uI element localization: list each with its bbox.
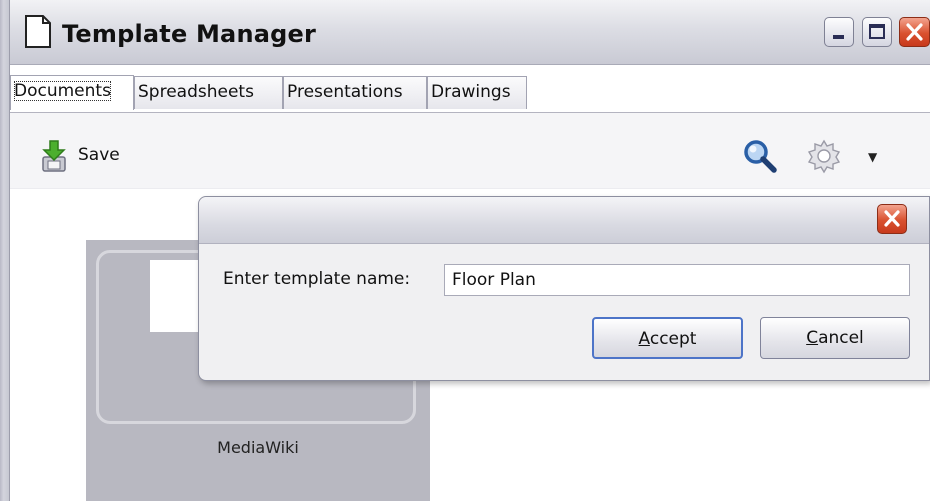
search-icon[interactable] — [742, 138, 778, 174]
dialog-title-bar[interactable] — [199, 197, 929, 244]
template-name-dialog: Enter template name: Accept Cancel — [198, 196, 930, 381]
tab-spreadsheets-label: Spreadsheets — [138, 82, 254, 102]
tab-strip: Documents Spreadsheets Presentations Dra… — [10, 75, 930, 113]
tab-documents-label: Documents — [14, 81, 111, 101]
window-title: Template Manager — [62, 20, 317, 48]
toolbar — [10, 113, 930, 189]
maximize-button[interactable] — [862, 17, 892, 47]
tab-spreadsheets[interactable]: Spreadsheets — [134, 76, 283, 109]
accept-button[interactable]: Accept — [592, 317, 743, 359]
save-button[interactable]: Save — [78, 145, 120, 165]
tab-drawings-label: Drawings — [431, 82, 511, 102]
template-name-input[interactable] — [444, 264, 910, 296]
cancel-button[interactable]: Cancel — [760, 317, 910, 359]
tab-presentations-label: Presentations — [287, 82, 403, 102]
template-item-label: MediaWiki — [217, 438, 299, 457]
chevron-down-icon[interactable]: ▼ — [868, 150, 877, 164]
tab-documents[interactable]: Documents — [10, 75, 134, 110]
tab-presentations[interactable]: Presentations — [283, 76, 427, 109]
template-manager-window: Template Manager Documents Spreadsheets … — [0, 0, 930, 501]
window-border — [0, 0, 10, 501]
save-arrow-icon[interactable] — [41, 140, 67, 172]
tab-drawings[interactable]: Drawings — [427, 76, 527, 109]
close-icon — [906, 23, 923, 41]
maximize-icon — [869, 24, 885, 39]
dialog-close-button[interactable] — [877, 204, 907, 234]
close-button[interactable] — [899, 17, 930, 47]
minimize-icon — [833, 35, 844, 39]
document-icon — [25, 15, 51, 48]
gear-icon[interactable] — [806, 138, 842, 174]
template-name-label: Enter template name: — [223, 269, 411, 289]
minimize-button[interactable] — [824, 17, 854, 47]
close-icon — [884, 210, 900, 227]
